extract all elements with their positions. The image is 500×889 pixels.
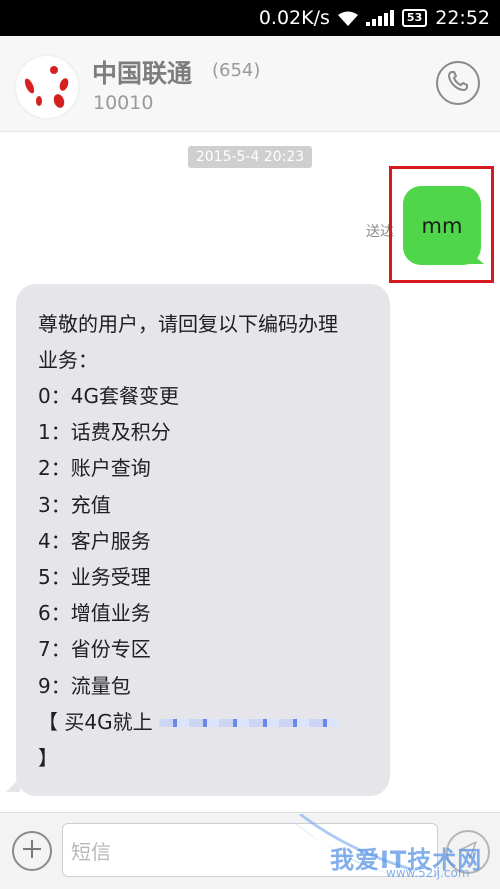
wifi-icon <box>337 10 358 26</box>
clock: 22:52 <box>435 7 490 29</box>
contact-number: 10010 <box>93 92 154 114</box>
menu-option: 3：充值 <box>38 492 111 517</box>
received-message-bubble[interactable]: 尊敬的用户，请回复以下编码办理 业务： 0：4G套餐变更 1：话费及积分 2：账… <box>16 284 390 796</box>
menu-option: 9：流量包 <box>38 673 131 698</box>
network-speed: 0.02K/s <box>258 7 330 29</box>
menu-option: 7：省份专区 <box>38 637 151 662</box>
message-intro-line: 业务： <box>38 348 98 372</box>
promo-prefix: 【 买4G就上 <box>38 709 159 734</box>
message-count: (654) <box>212 60 261 81</box>
message-timestamp: 2015-5-4 20:23 <box>188 146 312 168</box>
plus-icon <box>21 838 43 864</box>
menu-option: 5：业务受理 <box>38 564 151 589</box>
phone-icon <box>446 69 470 97</box>
contact-name: 中国联通 <box>92 59 193 88</box>
menu-option: 2：账户查询 <box>38 456 151 481</box>
status-bar: 0.02K/s 53 22:52 <box>0 0 500 36</box>
menu-option: 0：4G套餐变更 <box>38 384 179 408</box>
promo-line: 【 买4G就上 <box>38 704 376 740</box>
call-button[interactable] <box>436 61 480 105</box>
add-attachment-button[interactable] <box>12 831 52 871</box>
menu-option: 1：话费及积分 <box>38 420 171 445</box>
highlight-annotation <box>389 166 494 283</box>
signal-icon <box>365 10 394 26</box>
menu-option: 6：增值业务 <box>38 601 151 626</box>
message-input-placeholder: 短信 <box>71 839 111 864</box>
avatar[interactable] <box>16 56 78 118</box>
promo-suffix: 】 <box>38 745 58 770</box>
watermark-url: www.52ij.com <box>386 866 470 880</box>
promo-link[interactable] <box>158 715 339 731</box>
message-intro-line: 尊敬的用户，请回复以下编码办理 <box>38 312 338 336</box>
menu-option: 4：客户服务 <box>38 528 151 553</box>
battery-icon: 53 <box>401 9 428 27</box>
